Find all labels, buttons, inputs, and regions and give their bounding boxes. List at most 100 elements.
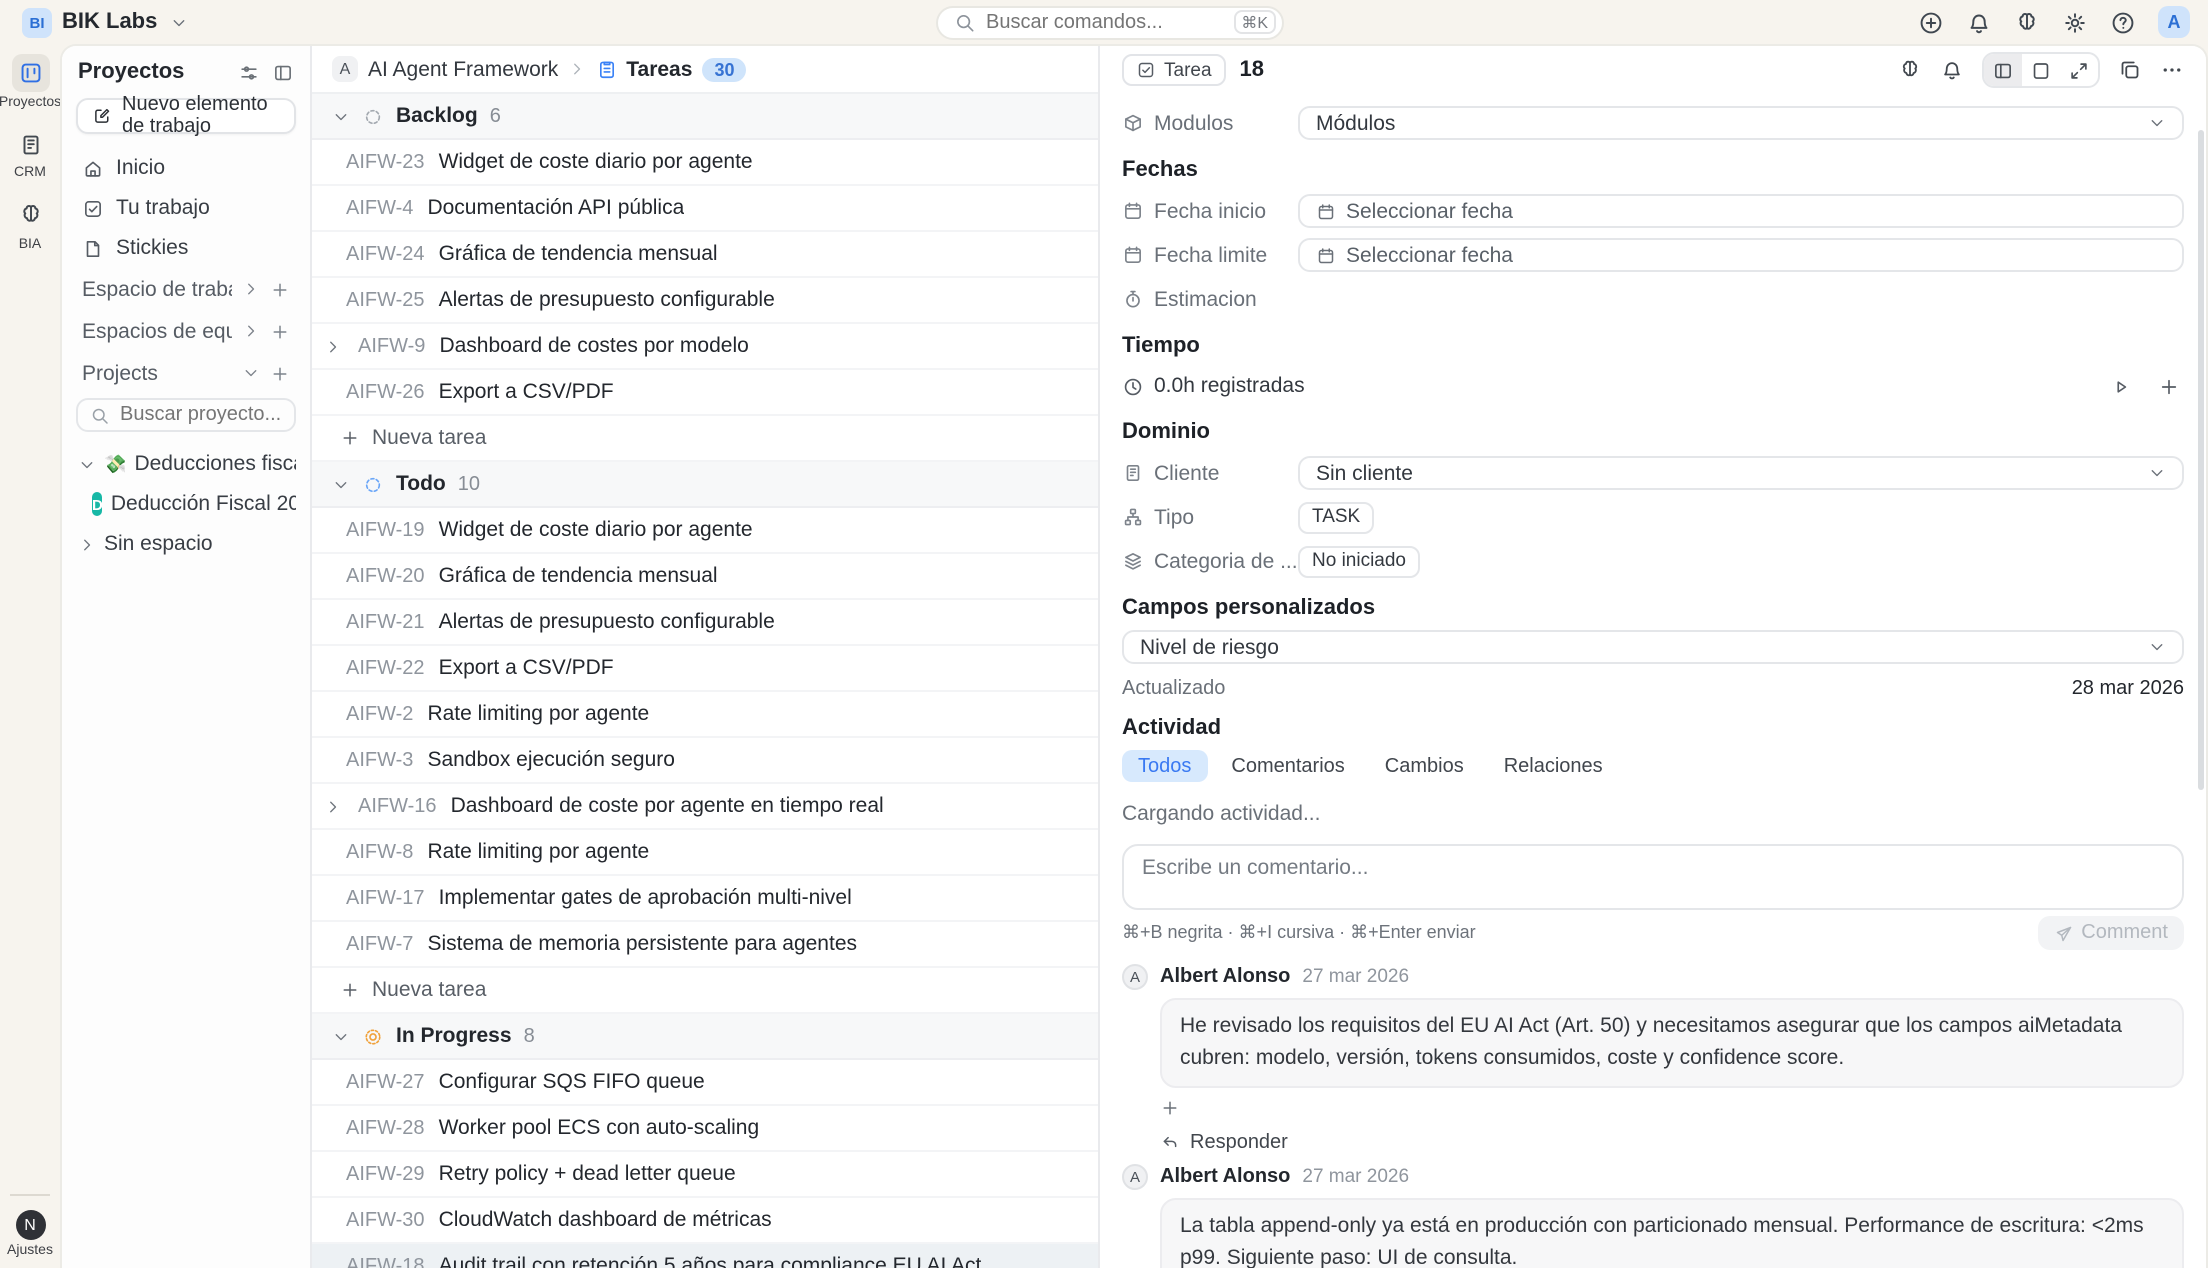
task-row-aifw-26[interactable]: AIFW-26Export a CSV/PDF <box>312 370 1098 416</box>
tab-comentarios[interactable]: Comentarios <box>1215 750 1360 782</box>
task-row-aifw-25[interactable]: AIFW-25Alertas de presupuesto configurab… <box>312 278 1098 324</box>
workspace-switcher[interactable]: BI BIK Labs <box>16 7 187 37</box>
full-screen-button[interactable] <box>2060 54 2098 86</box>
task-row-aifw-27[interactable]: AIFW-27Configurar SQS FIFO queue <box>312 1060 1098 1106</box>
user-avatar[interactable]: A <box>2158 6 2190 38</box>
more-options-icon[interactable] <box>2160 58 2184 82</box>
project-group-sin-espacio[interactable]: Sin espacio <box>76 524 296 564</box>
project-item-deduccion-fiscal[interactable]: D Deducción Fiscal 20... <box>76 484 296 524</box>
copy-link-icon[interactable] <box>2118 58 2142 82</box>
add-time-icon[interactable] <box>2158 375 2180 397</box>
task-row-aifw-22[interactable]: AIFW-22Export a CSV/PDF <box>312 646 1098 692</box>
subscribe-icon[interactable] <box>1940 58 1964 82</box>
building-icon <box>1122 462 1144 484</box>
tab-relaciones[interactable]: Relaciones <box>1488 750 1619 782</box>
task-row-aifw-8[interactable]: AIFW-8Rate limiting por agente <box>312 830 1098 876</box>
task-row-aifw-7[interactable]: AIFW-7Sistema de memoria persistente par… <box>312 922 1098 968</box>
command-search[interactable]: ⌘K <box>936 5 1284 39</box>
modal-peek-button[interactable] <box>2022 54 2060 86</box>
ai-assistant-icon[interactable] <box>2014 9 2040 35</box>
task-row-aifw-29[interactable]: AIFW-29Retry policy + dead letter queue <box>312 1152 1098 1198</box>
task-row-aifw-19[interactable]: AIFW-19Widget de coste diario por agente <box>312 508 1098 554</box>
chevron-down-icon[interactable] <box>242 364 260 382</box>
time-logged-row: 0.0h registradas <box>1122 368 2184 404</box>
task-row-aifw-23[interactable]: AIFW-23Widget de coste diario por agente <box>312 140 1098 186</box>
scrollbar-thumb[interactable] <box>2197 130 2203 790</box>
task-row-aifw-24[interactable]: AIFW-24Gráfica de tendencia mensual <box>312 232 1098 278</box>
task-row-aifw-17[interactable]: AIFW-17Implementar gates de aprobación m… <box>312 876 1098 922</box>
add-reaction-icon[interactable] <box>1160 1097 1180 1117</box>
side-peek-button[interactable] <box>1984 54 2022 86</box>
sidebar-item-inicio[interactable]: Inicio <box>76 148 296 188</box>
search-input[interactable] <box>986 11 1223 33</box>
breadcrumb-page[interactable]: Tareas <box>596 57 692 81</box>
chevron-right-icon[interactable] <box>242 322 260 340</box>
due-date-picker[interactable]: Seleccionar fecha <box>1298 238 2184 272</box>
settings-icon[interactable] <box>2062 9 2088 35</box>
new-work-item-button[interactable]: Nuevo elemento de trabajo <box>76 98 296 134</box>
project-search[interactable] <box>76 398 296 432</box>
task-id: AIFW-2 <box>346 703 413 725</box>
modules-label: Modulos <box>1154 111 1233 135</box>
task-row-aifw-28[interactable]: AIFW-28Worker pool ECS con auto-scaling <box>312 1106 1098 1152</box>
task-row-aifw-9[interactable]: AIFW-9Dashboard de costes por modelo <box>312 324 1098 370</box>
category-badge[interactable]: No iniciado <box>1298 545 1420 577</box>
project-search-input[interactable] <box>120 404 282 426</box>
task-id: AIFW-8 <box>346 841 413 863</box>
task-row-aifw-16[interactable]: AIFW-16Dashboard de coste por agente en … <box>312 784 1098 830</box>
sidebar-item-tu-trabajo[interactable]: Tu trabajo <box>76 188 296 228</box>
group-header-in-progress[interactable]: In Progress8 <box>312 1014 1098 1060</box>
settings-avatar[interactable]: N <box>15 1210 45 1240</box>
reply-button[interactable]: Responder <box>1160 1131 2184 1153</box>
tab-todos[interactable]: Todos <box>1122 750 1207 782</box>
new-task-button[interactable]: Nueva tarea <box>312 416 1098 462</box>
avatar: A <box>1122 964 1148 990</box>
group-header-backlog[interactable]: Backlog6 <box>312 94 1098 140</box>
group-header-todo[interactable]: Todo10 <box>312 462 1098 508</box>
tab-cambios[interactable]: Cambios <box>1369 750 1480 782</box>
new-task-button[interactable]: Nueva tarea <box>312 968 1098 1014</box>
rail-item-proyectos[interactable]: Proyectos <box>0 54 61 109</box>
filter-icon[interactable] <box>238 61 260 83</box>
project-group-deducciones[interactable]: 💸 Deducciones fiscales <box>76 444 296 484</box>
rail-item-bia[interactable]: BIA <box>11 196 49 251</box>
sidebar-section-espacio-de-trabajo[interactable]: Espacio de trabajo <box>76 268 296 310</box>
sidebar-section-espacios-de-equipo[interactable]: Espacios de equipo <box>76 310 296 352</box>
task-row-aifw-3[interactable]: AIFW-3Sandbox ejecución seguro <box>312 738 1098 784</box>
task-row-aifw-21[interactable]: AIFW-21Alertas de presupuesto configurab… <box>312 600 1098 646</box>
sidebar-section-projects[interactable]: Projects <box>76 352 296 394</box>
sidebar-item-stickies[interactable]: Stickies <box>76 228 296 268</box>
expand-icon <box>2068 59 2090 81</box>
task-row-aifw-4[interactable]: AIFW-4Documentación API pública <box>312 186 1098 232</box>
task-row-aifw-2[interactable]: AIFW-2Rate limiting por agente <box>312 692 1098 738</box>
add-icon[interactable] <box>270 321 290 341</box>
task-row-aifw-30[interactable]: AIFW-30CloudWatch dashboard de métricas <box>312 1198 1098 1244</box>
search-icon <box>90 405 110 425</box>
task-row-aifw-20[interactable]: AIFW-20Gráfica de tendencia mensual <box>312 554 1098 600</box>
task-row-aifw-18[interactable]: AIFW-18Audit trail con retención 5 años … <box>312 1244 1098 1268</box>
task-title: Sandbox ejecución seguro <box>427 748 675 772</box>
create-new-icon[interactable] <box>1918 9 1944 35</box>
client-select[interactable]: Sin cliente <box>1298 456 2184 490</box>
modules-select[interactable]: Módulos <box>1298 106 2184 140</box>
comment-submit-button[interactable]: Comment <box>2037 916 2184 950</box>
comment-composer[interactable] <box>1122 844 2184 910</box>
collapse-sidebar-icon[interactable] <box>272 61 294 83</box>
layers-icon <box>1122 550 1144 572</box>
estimate-label-row[interactable]: Estimacion <box>1122 287 1298 311</box>
help-icon[interactable] <box>2110 9 2136 35</box>
chevron-right-icon[interactable] <box>242 280 260 298</box>
type-badge[interactable]: TASK <box>1298 501 1374 533</box>
notifications-icon[interactable] <box>1966 9 1992 35</box>
add-icon[interactable] <box>270 279 290 299</box>
risk-level-select[interactable]: Nivel de riesgo <box>1122 630 2184 664</box>
add-icon[interactable] <box>270 363 290 383</box>
start-date-picker[interactable]: Seleccionar fecha <box>1298 194 2184 228</box>
comment-input[interactable] <box>1142 856 2164 898</box>
rail-item-crm[interactable]: CRM <box>11 125 49 180</box>
breadcrumb-project[interactable]: AI Agent Framework <box>368 57 558 81</box>
activity-tabs: Todos Comentarios Cambios Relaciones <box>1122 750 2184 782</box>
start-timer-icon[interactable] <box>2110 375 2132 397</box>
ai-icon[interactable] <box>1898 58 1922 82</box>
task-type-chip[interactable]: Tarea <box>1122 54 1226 86</box>
